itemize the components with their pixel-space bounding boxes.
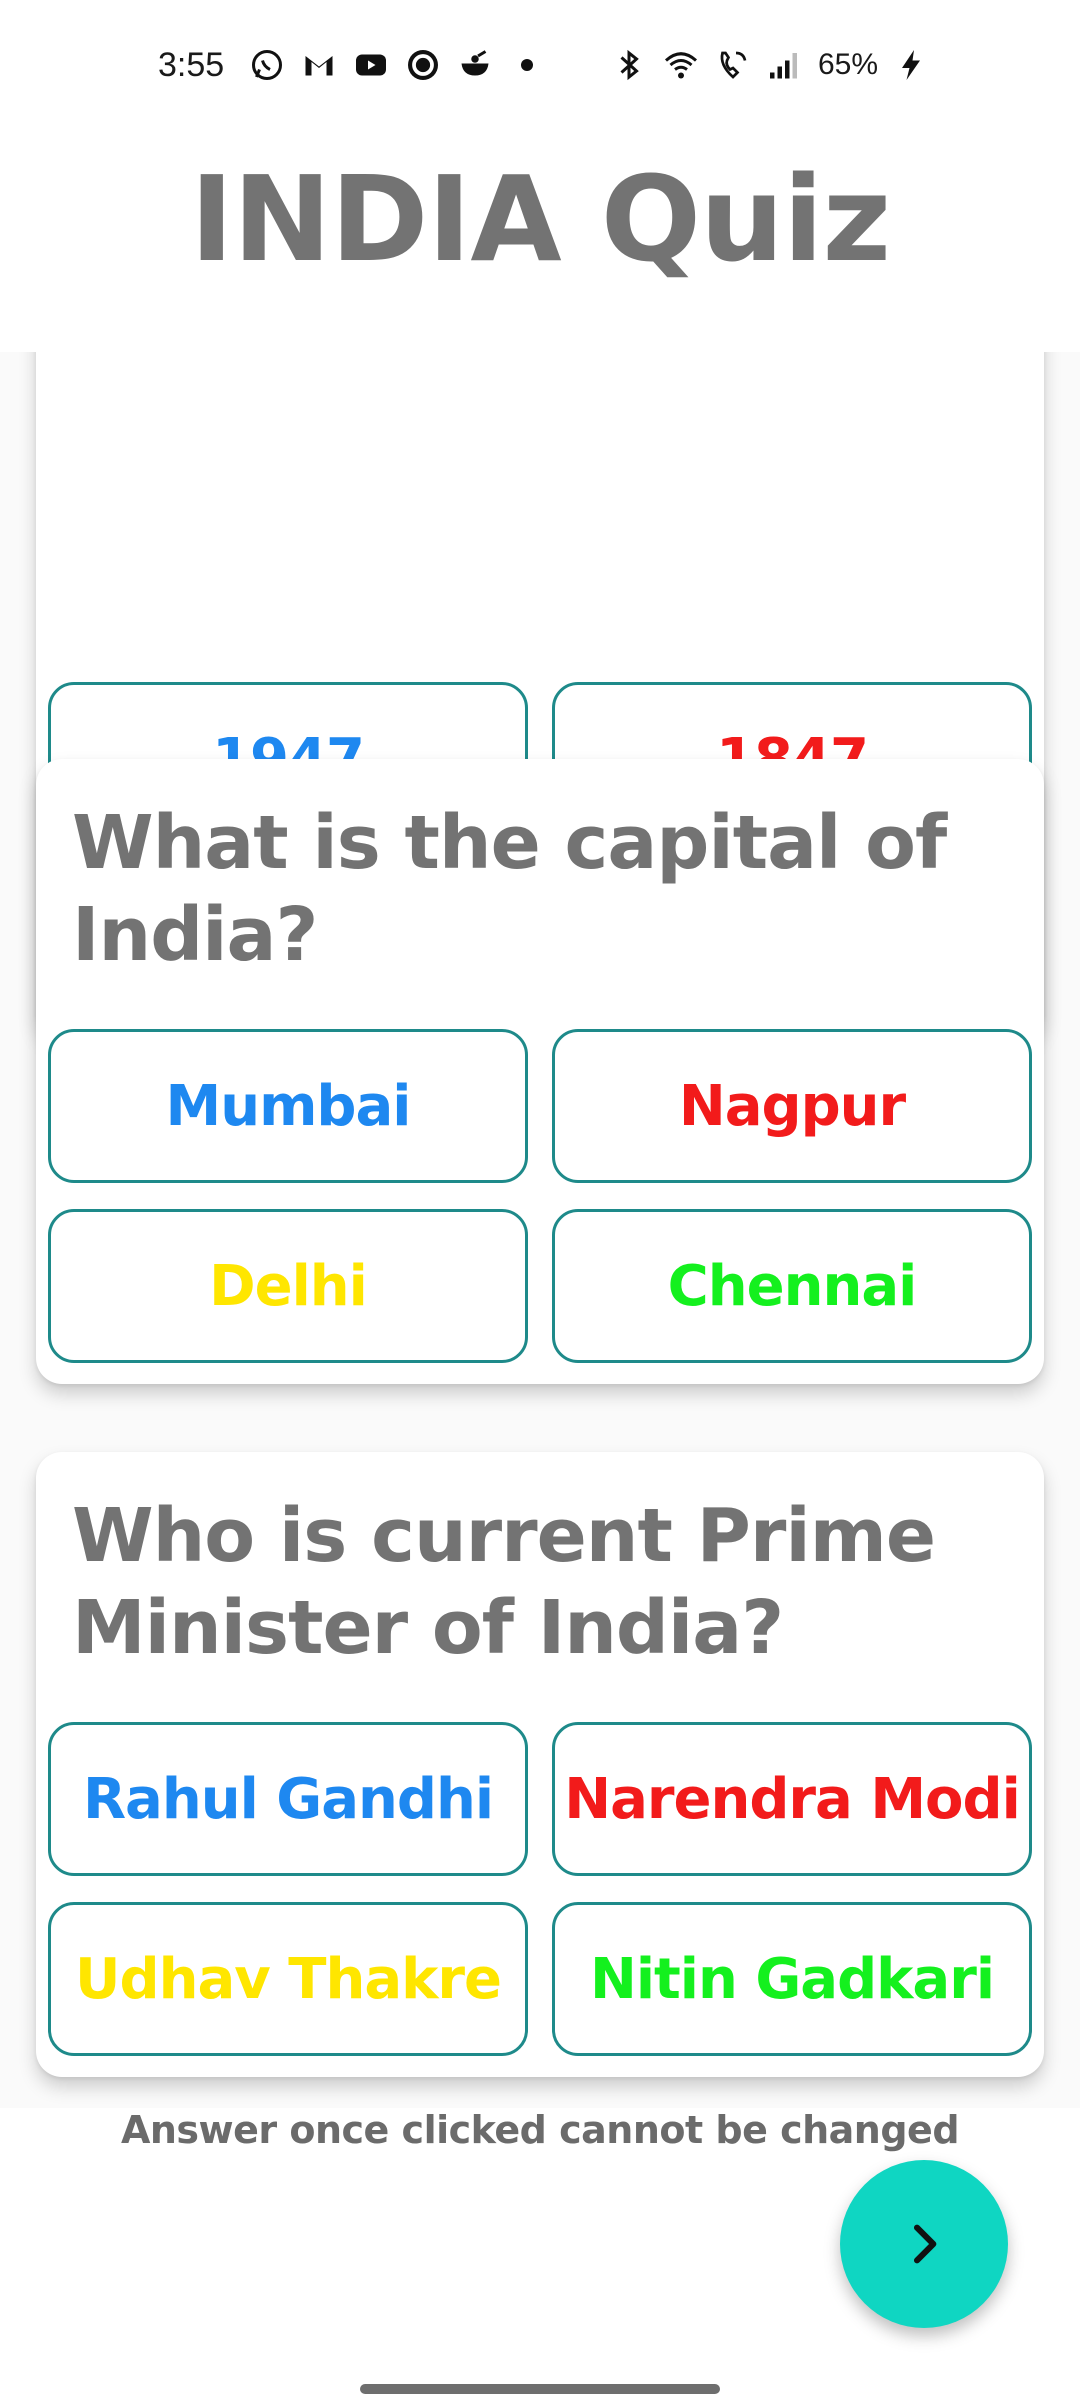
quiz-list[interactable]: 1947 1847 1920 1940 What is the capital … <box>0 352 1080 2108</box>
bluetooth-icon <box>610 46 648 84</box>
question-card: What is the capital of India? Mumbai Nag… <box>36 759 1044 1384</box>
status-bar: 3:55 65% <box>0 0 1080 130</box>
option-button[interactable]: Udhav Thakre <box>48 1902 528 2056</box>
threads-icon <box>404 46 442 84</box>
signal-icon <box>766 46 804 84</box>
battery-percentage: 65% <box>817 48 878 81</box>
option-button[interactable]: Rahul Gandhi <box>48 1722 528 1876</box>
status-time: 3:55 <box>158 45 225 84</box>
home-indicator[interactable] <box>360 2384 720 2394</box>
answer-lock-note: Answer once clicked cannot be changed <box>120 2108 960 2152</box>
wifi-call-icon <box>714 46 752 84</box>
dot-icon <box>508 46 546 84</box>
question-card: Who is current Prime Minister of India? … <box>36 1452 1044 2077</box>
charging-icon <box>892 46 930 84</box>
option-button[interactable]: Narendra Modi <box>552 1722 1032 1876</box>
option-button[interactable]: Delhi <box>48 1209 528 1363</box>
wifi-icon <box>662 46 700 84</box>
option-button[interactable]: Nitin Gadkari <box>552 1902 1032 2056</box>
bowl-icon <box>456 46 494 84</box>
next-button[interactable] <box>840 2160 1008 2328</box>
status-left: 3:55 <box>158 46 546 85</box>
option-button[interactable]: Mumbai <box>48 1029 528 1183</box>
whatsapp-icon <box>248 46 286 84</box>
option-button[interactable]: Chennai <box>552 1209 1032 1363</box>
option-button[interactable]: Nagpur <box>552 1029 1032 1183</box>
question-text: Who is current Prime Minister of India? <box>72 1493 936 1671</box>
status-right: 65% <box>610 46 930 84</box>
gmail-icon <box>300 46 338 84</box>
youtube-icon <box>352 46 390 84</box>
question-text: What is the capital of India? <box>72 800 947 978</box>
app-title: INDIA Quiz <box>189 150 891 288</box>
chevron-right-icon <box>896 2216 952 2272</box>
